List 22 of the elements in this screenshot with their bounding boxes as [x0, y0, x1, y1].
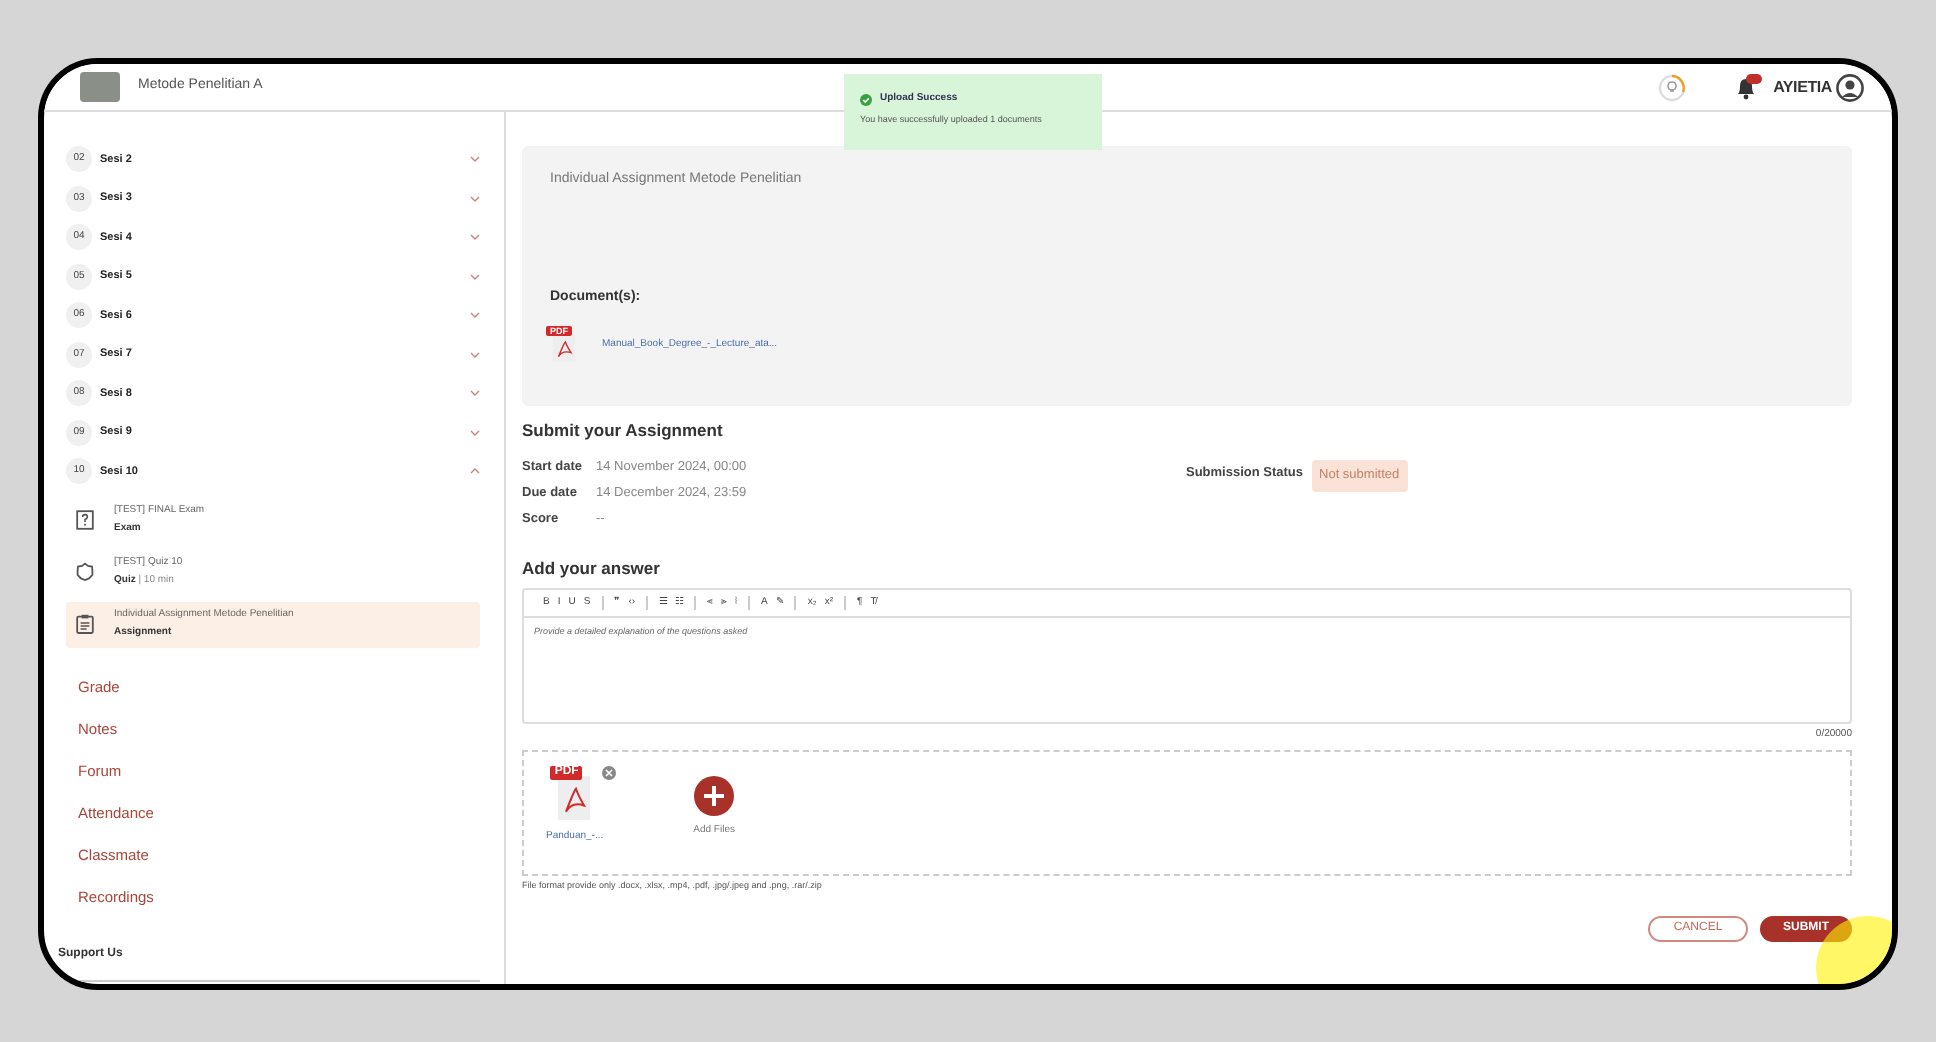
chevron-down-icon [470, 234, 480, 241]
chevron-down-icon [470, 195, 480, 202]
section-heading: Submit your Assignment [522, 418, 725, 444]
chevron-down-icon [470, 351, 480, 358]
chevron-down-icon [470, 390, 480, 397]
badge-icon [76, 562, 94, 582]
check-circle-icon [860, 93, 872, 106]
course-thumbnail [80, 72, 120, 102]
question-box-icon [76, 510, 94, 530]
chevron-up-icon [470, 468, 480, 475]
chevron-down-icon [470, 156, 480, 163]
notification-bell-icon[interactable] [1733, 74, 1762, 100]
clipboard-icon [76, 614, 94, 634]
lightbulb-icon[interactable] [1657, 73, 1686, 101]
user-name: AYIETIA [1773, 75, 1832, 99]
add-files-icon[interactable] [694, 776, 735, 816]
section-heading: Add your answer [522, 555, 662, 581]
chevron-down-icon [470, 429, 480, 436]
remove-file-icon[interactable] [601, 766, 616, 780]
chevron-down-icon [470, 312, 480, 319]
avatar-icon[interactable] [1836, 73, 1864, 101]
chevron-down-icon [470, 273, 480, 280]
